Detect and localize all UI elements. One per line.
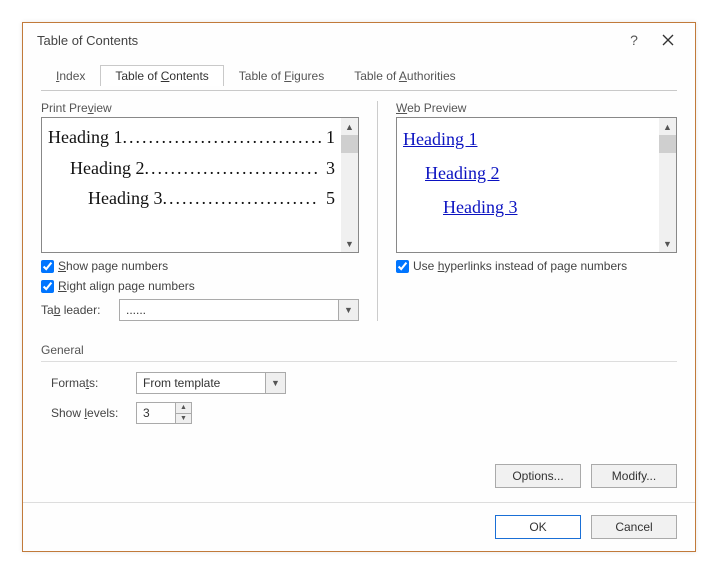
web-preview-item: Heading 2 — [403, 156, 653, 190]
leader-dots: ............................... — [122, 122, 324, 153]
right-align-checkbox[interactable]: Right align page numbers — [41, 279, 359, 293]
scroll-track[interactable] — [341, 153, 358, 235]
formats-value: From template — [143, 376, 220, 390]
show-page-numbers-input[interactable] — [41, 260, 54, 273]
web-preview-label: Web Preview — [396, 101, 677, 115]
close-button[interactable] — [651, 26, 685, 54]
tabstrip: Index Table of Contents Table of Figures… — [41, 61, 677, 85]
web-preview-inner: Heading 1 Heading 2 Heading 3 — [397, 118, 659, 252]
leader-dots: ........................ — [162, 183, 324, 214]
chevron-down-icon: ▼ — [265, 373, 285, 393]
scroll-up-icon[interactable]: ▲ — [659, 118, 676, 135]
dialog-content: Index Table of Contents Table of Figures… — [23, 57, 695, 502]
general-label: General — [41, 343, 677, 357]
print-preview-label: Print Preview — [41, 101, 359, 115]
spinner-down-icon[interactable]: ▼ — [176, 413, 191, 424]
general-divider — [41, 361, 677, 362]
show-levels-value: 3 — [137, 403, 175, 423]
web-preview-item: Heading 1 — [403, 122, 653, 156]
print-preview-box: Heading 1 ..............................… — [41, 117, 359, 253]
tab-underline — [41, 90, 677, 91]
web-preview-box: Heading 1 Heading 2 Heading 3 ▲ ▼ — [396, 117, 677, 253]
scroll-up-icon[interactable]: ▲ — [341, 118, 358, 135]
show-levels-row: Show levels: 3 ▲ ▼ — [41, 402, 677, 424]
close-icon — [662, 34, 674, 46]
scroll-thumb[interactable] — [659, 135, 676, 153]
show-levels-spinner[interactable]: 3 ▲ ▼ — [136, 402, 192, 424]
show-page-numbers-checkbox[interactable]: Show page numbers — [41, 259, 359, 273]
modify-button[interactable]: Modify... — [591, 464, 677, 488]
tab-table-of-figures[interactable]: Table of Figures — [224, 65, 339, 86]
dialog-title: Table of Contents — [37, 33, 617, 48]
scrollbar[interactable]: ▲ ▼ — [341, 118, 358, 252]
scroll-track[interactable] — [659, 153, 676, 235]
preview-row: Print Preview Heading 1 ................… — [41, 101, 677, 321]
right-align-input[interactable] — [41, 280, 54, 293]
print-preview-item: Heading 3 ........................ 5 — [48, 183, 335, 214]
cancel-button[interactable]: Cancel — [591, 515, 677, 539]
web-preview-col: Web Preview Heading 1 Heading 2 Heading … — [396, 101, 677, 321]
tab-table-of-authorities[interactable]: Table of Authorities — [339, 65, 470, 86]
scroll-down-icon[interactable]: ▼ — [341, 235, 358, 252]
tab-index[interactable]: Index — [41, 65, 100, 86]
print-preview-col: Print Preview Heading 1 ................… — [41, 101, 359, 321]
leader-dots: ........................... — [144, 153, 324, 184]
scroll-thumb[interactable] — [341, 135, 358, 153]
print-preview-item: Heading 2 ........................... 3 — [48, 153, 335, 184]
formats-select[interactable]: From template ▼ — [136, 372, 286, 394]
formats-label: Formats: — [51, 376, 126, 390]
toc-dialog: Table of Contents ? Index Table of Conte… — [22, 22, 696, 552]
tab-table-of-contents[interactable]: Table of Contents — [100, 65, 223, 86]
general-section: General Formats: From template ▼ Show le… — [41, 343, 677, 432]
ok-button[interactable]: OK — [495, 515, 581, 539]
dialog-bottom-bar: OK Cancel — [23, 502, 695, 551]
vertical-divider — [377, 101, 378, 321]
use-hyperlinks-input[interactable] — [396, 260, 409, 273]
tab-leader-row: Tab leader: ...... ▼ — [41, 299, 359, 321]
chevron-down-icon: ▼ — [338, 300, 358, 320]
scrollbar[interactable]: ▲ ▼ — [659, 118, 676, 252]
print-preview-inner: Heading 1 ..............................… — [42, 118, 341, 252]
options-button[interactable]: Options... — [495, 464, 581, 488]
titlebar: Table of Contents ? — [23, 23, 695, 57]
tab-leader-select[interactable]: ...... ▼ — [119, 299, 359, 321]
tab-leader-value: ...... — [126, 303, 146, 317]
show-levels-label: Show levels: — [51, 406, 126, 420]
use-hyperlinks-checkbox[interactable]: Use hyperlinks instead of page numbers — [396, 259, 677, 273]
formats-row: Formats: From template ▼ — [41, 372, 677, 394]
tab-leader-label: Tab leader: — [41, 303, 111, 317]
scroll-down-icon[interactable]: ▼ — [659, 235, 676, 252]
options-modify-row: Options... Modify... — [41, 464, 677, 488]
web-preview-item: Heading 3 — [403, 190, 653, 224]
help-button[interactable]: ? — [617, 26, 651, 54]
print-preview-item: Heading 1 ..............................… — [48, 122, 335, 153]
spinner-up-icon[interactable]: ▲ — [176, 403, 191, 413]
